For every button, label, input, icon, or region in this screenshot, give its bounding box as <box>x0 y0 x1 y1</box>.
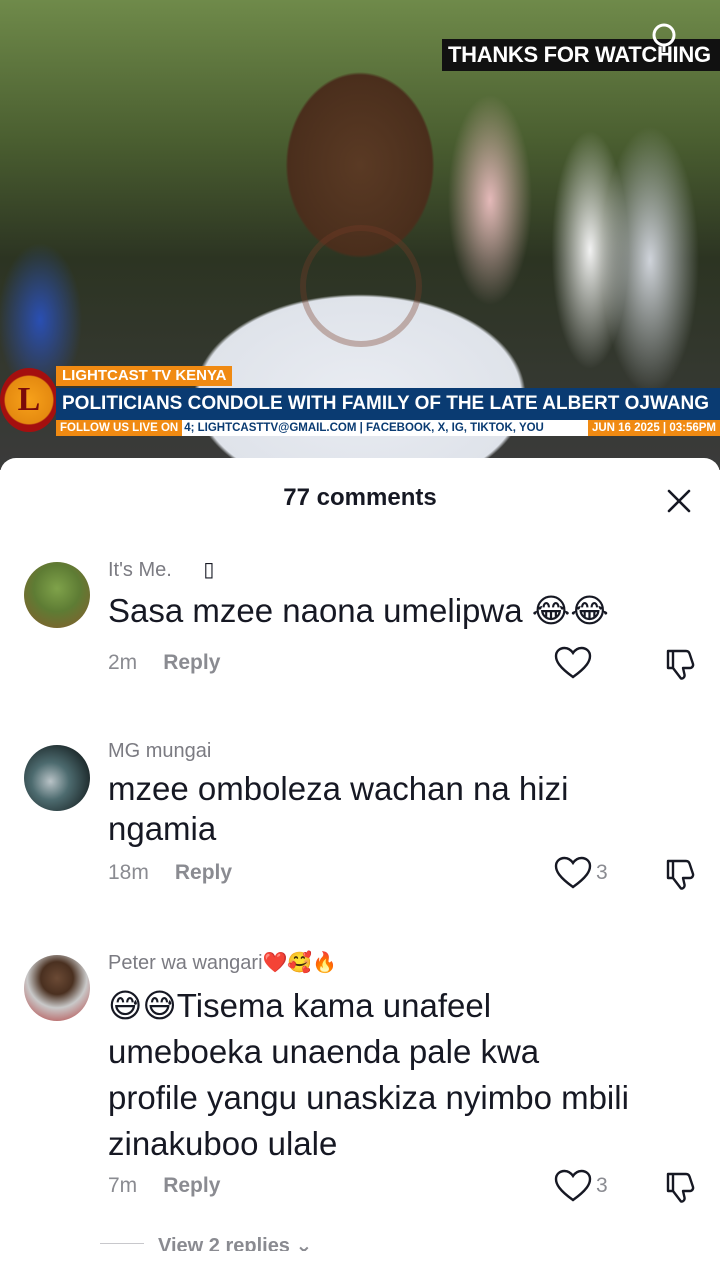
comment-meta: 18m Reply <box>108 861 232 885</box>
comment-text: 😅😅Tisema kama unafeel umeboeka unaenda p… <box>108 987 629 1162</box>
comment-username[interactable]: MG mungai <box>108 740 211 763</box>
like-count: 3 <box>596 1174 608 1197</box>
dislike-icon[interactable] <box>663 1170 697 1204</box>
avatar[interactable] <box>24 562 90 628</box>
ticker-date: JUN 16 2025 | 03:56PM <box>587 420 720 436</box>
user-badge-icon: ▯ <box>203 559 215 581</box>
heart-icon[interactable] <box>553 646 593 680</box>
channel-watermark <box>300 225 422 347</box>
search-icon <box>652 23 676 52</box>
comment-text: Sasa mzee naona umelipwa 😂😂 <box>108 592 609 629</box>
news-ticker: FOLLOW US LIVE ON 4; LIGHTCASTTV@GMAIL.CO… <box>56 420 720 436</box>
close-icon[interactable] <box>662 484 696 518</box>
like-count: 3 <box>596 861 608 884</box>
reply-button[interactable]: Reply <box>175 861 232 884</box>
comment-meta: 2m Reply <box>108 651 220 675</box>
channel-logo: L <box>0 368 58 432</box>
channel-tag: LIGHTCAST TV KENYA <box>56 366 233 386</box>
username-text: MG mungai <box>108 740 212 762</box>
comments-count-title: 77 comments <box>283 484 437 511</box>
comment-time: 2m <box>108 651 138 674</box>
comment-time: 18m <box>108 861 149 884</box>
dislike-icon[interactable] <box>663 647 697 681</box>
avatar[interactable] <box>24 955 90 1021</box>
comment-text: mzee omboleza wachan na hizi ngamia <box>108 770 569 847</box>
reply-button[interactable]: Reply <box>163 651 220 674</box>
ticker-follow-label: FOLLOW US LIVE ON <box>56 420 183 436</box>
news-headline: POLITICIANS CONDOLE WITH FAMILY OF THE L… <box>56 388 720 420</box>
username-text: Peter wa wangari❤️🥰🔥 <box>108 952 338 974</box>
avatar[interactable] <box>24 745 90 811</box>
comment-time: 7m <box>108 1174 138 1197</box>
comment-username[interactable]: It's Me. ▯ <box>108 557 214 582</box>
reply-button[interactable]: Reply <box>163 1174 220 1197</box>
replies-divider <box>100 1243 144 1244</box>
news-lower-third: L LIGHTCAST TV KENYA POLITICIANS CONDOLE… <box>0 366 720 436</box>
comment-username[interactable]: Peter wa wangari❤️🥰🔥 <box>108 950 337 975</box>
heart-icon[interactable] <box>553 1169 593 1203</box>
comment-meta: 7m Reply <box>108 1174 220 1198</box>
view-replies-button[interactable]: View 2 replies ⌄ <box>158 1233 312 1251</box>
ticker-links: 4; LIGHTCASTTV@GMAIL.COM | FACEBOOK, X, … <box>184 422 544 434</box>
dislike-icon[interactable] <box>663 857 697 891</box>
heart-icon[interactable] <box>553 856 593 890</box>
username-text: It's Me. <box>108 559 172 581</box>
video-player[interactable]: THANKS FOR WATCHING L LIGHTCAST TV KENYA… <box>0 0 720 470</box>
